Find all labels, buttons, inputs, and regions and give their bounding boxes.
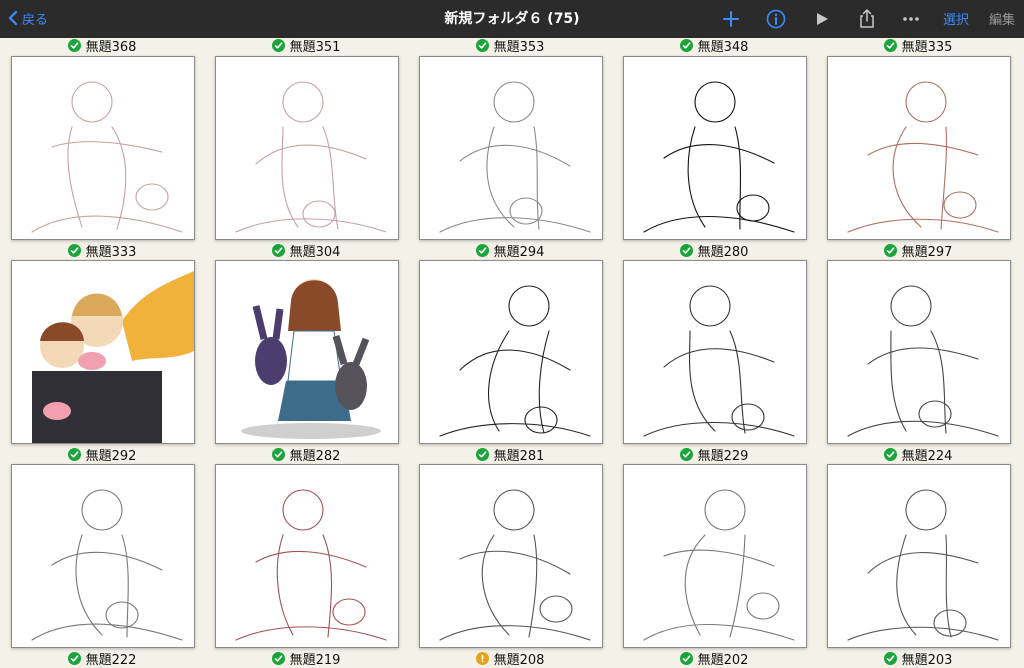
checkmark-badge-icon bbox=[883, 651, 897, 665]
checkmark-badge-icon bbox=[679, 243, 693, 257]
artwork-thumbnail[interactable] bbox=[623, 260, 807, 444]
artwork-caption: 無題208 bbox=[419, 650, 601, 668]
artwork-thumbnail[interactable] bbox=[827, 260, 1011, 444]
artwork-title: 無題208 bbox=[493, 652, 545, 668]
artwork-caption: 無題297 bbox=[827, 242, 1009, 260]
artwork-caption: 無題280 bbox=[623, 242, 805, 260]
checkmark-badge-icon bbox=[67, 38, 81, 52]
info-icon[interactable] bbox=[763, 6, 789, 32]
artwork-thumbnail[interactable] bbox=[215, 56, 399, 240]
artwork-gallery: 無題368 無題351 無題353 無題348 無題335 無題333 無題304 無題294… bbox=[0, 37, 1024, 668]
artwork-caption: 無題333 bbox=[11, 242, 193, 260]
plus-icon[interactable] bbox=[718, 6, 744, 32]
artwork-title: 無題353 bbox=[493, 39, 545, 55]
checkmark-badge-icon bbox=[67, 651, 81, 665]
edit-button[interactable]: 編集 bbox=[989, 9, 1015, 28]
checkmark-badge-icon bbox=[271, 243, 285, 257]
chevron-left-icon bbox=[8, 10, 18, 26]
checkmark-badge-icon bbox=[67, 447, 81, 461]
artwork-title: 無題294 bbox=[493, 244, 545, 260]
artwork-title: 無題280 bbox=[697, 244, 749, 260]
share-icon[interactable] bbox=[854, 6, 880, 32]
artwork-title: 無題281 bbox=[493, 448, 545, 464]
artwork-caption: 無題368 bbox=[11, 37, 193, 55]
artwork-caption: 無題294 bbox=[419, 242, 601, 260]
checkmark-badge-icon bbox=[679, 651, 693, 665]
artwork-thumbnail[interactable] bbox=[11, 56, 195, 240]
artwork-title: 無題304 bbox=[289, 244, 341, 260]
artwork-caption: 無題219 bbox=[215, 650, 397, 668]
checkmark-badge-icon bbox=[679, 38, 693, 52]
artwork-title: 無題229 bbox=[697, 448, 749, 464]
checkmark-badge-icon bbox=[883, 447, 897, 461]
checkmark-badge-icon bbox=[679, 447, 693, 461]
checkmark-badge-icon bbox=[475, 447, 489, 461]
artwork-caption: 無題222 bbox=[11, 650, 193, 668]
artwork-title: 無題333 bbox=[85, 244, 137, 260]
artwork-title: 無題222 bbox=[85, 652, 137, 668]
artwork-caption: 無題229 bbox=[623, 446, 805, 464]
checkmark-badge-icon bbox=[883, 243, 897, 257]
artwork-thumbnail[interactable] bbox=[623, 56, 807, 240]
checkmark-badge-icon bbox=[883, 38, 897, 52]
back-label: 戻る bbox=[22, 12, 49, 28]
checkmark-badge-icon bbox=[271, 447, 285, 461]
artwork-caption: 無題353 bbox=[419, 37, 601, 55]
play-icon[interactable] bbox=[809, 6, 835, 32]
warning-badge-icon bbox=[475, 651, 489, 665]
artwork-caption: 無題348 bbox=[623, 37, 805, 55]
artwork-title: 無題368 bbox=[85, 39, 137, 55]
artwork-caption: 無題203 bbox=[827, 650, 1009, 668]
artwork-title: 無題219 bbox=[289, 652, 341, 668]
artwork-thumbnail[interactable] bbox=[623, 464, 807, 648]
artwork-thumbnail[interactable] bbox=[11, 464, 195, 648]
select-button[interactable]: 選択 bbox=[943, 9, 969, 28]
artwork-caption: 無題292 bbox=[11, 446, 193, 464]
checkmark-badge-icon bbox=[475, 38, 489, 52]
checkmark-badge-icon bbox=[67, 243, 81, 257]
artwork-thumbnail[interactable] bbox=[419, 260, 603, 444]
top-toolbar: 戻る 新規フォルダ６ (75) 選択 編集 bbox=[0, 0, 1024, 38]
artwork-title: 無題348 bbox=[697, 39, 749, 55]
checkmark-badge-icon bbox=[271, 38, 285, 52]
artwork-caption: 無題281 bbox=[419, 446, 601, 464]
artwork-thumbnail[interactable] bbox=[827, 56, 1011, 240]
more-icon[interactable] bbox=[898, 6, 924, 32]
checkmark-badge-icon bbox=[475, 243, 489, 257]
artwork-caption: 無題335 bbox=[827, 37, 1009, 55]
artwork-thumbnail[interactable] bbox=[215, 260, 399, 444]
artwork-caption: 無題304 bbox=[215, 242, 397, 260]
artwork-title: 無題224 bbox=[901, 448, 953, 464]
artwork-title: 無題292 bbox=[85, 448, 137, 464]
artwork-title: 無題202 bbox=[697, 652, 749, 668]
checkmark-badge-icon bbox=[271, 651, 285, 665]
artwork-thumbnail[interactable] bbox=[11, 260, 195, 444]
artwork-caption: 無題202 bbox=[623, 650, 805, 668]
artwork-caption: 無題282 bbox=[215, 446, 397, 464]
artwork-thumbnail[interactable] bbox=[215, 464, 399, 648]
artwork-caption: 無題351 bbox=[215, 37, 397, 55]
artwork-title: 無題203 bbox=[901, 652, 953, 668]
back-button[interactable]: 戻る bbox=[8, 6, 48, 30]
artwork-caption: 無題224 bbox=[827, 446, 1009, 464]
artwork-thumbnail[interactable] bbox=[419, 56, 603, 240]
artwork-thumbnail[interactable] bbox=[827, 464, 1011, 648]
artwork-title: 無題282 bbox=[289, 448, 341, 464]
artwork-title: 無題351 bbox=[289, 39, 341, 55]
artwork-title: 無題335 bbox=[901, 39, 953, 55]
artwork-title: 無題297 bbox=[901, 244, 953, 260]
artwork-thumbnail[interactable] bbox=[419, 464, 603, 648]
